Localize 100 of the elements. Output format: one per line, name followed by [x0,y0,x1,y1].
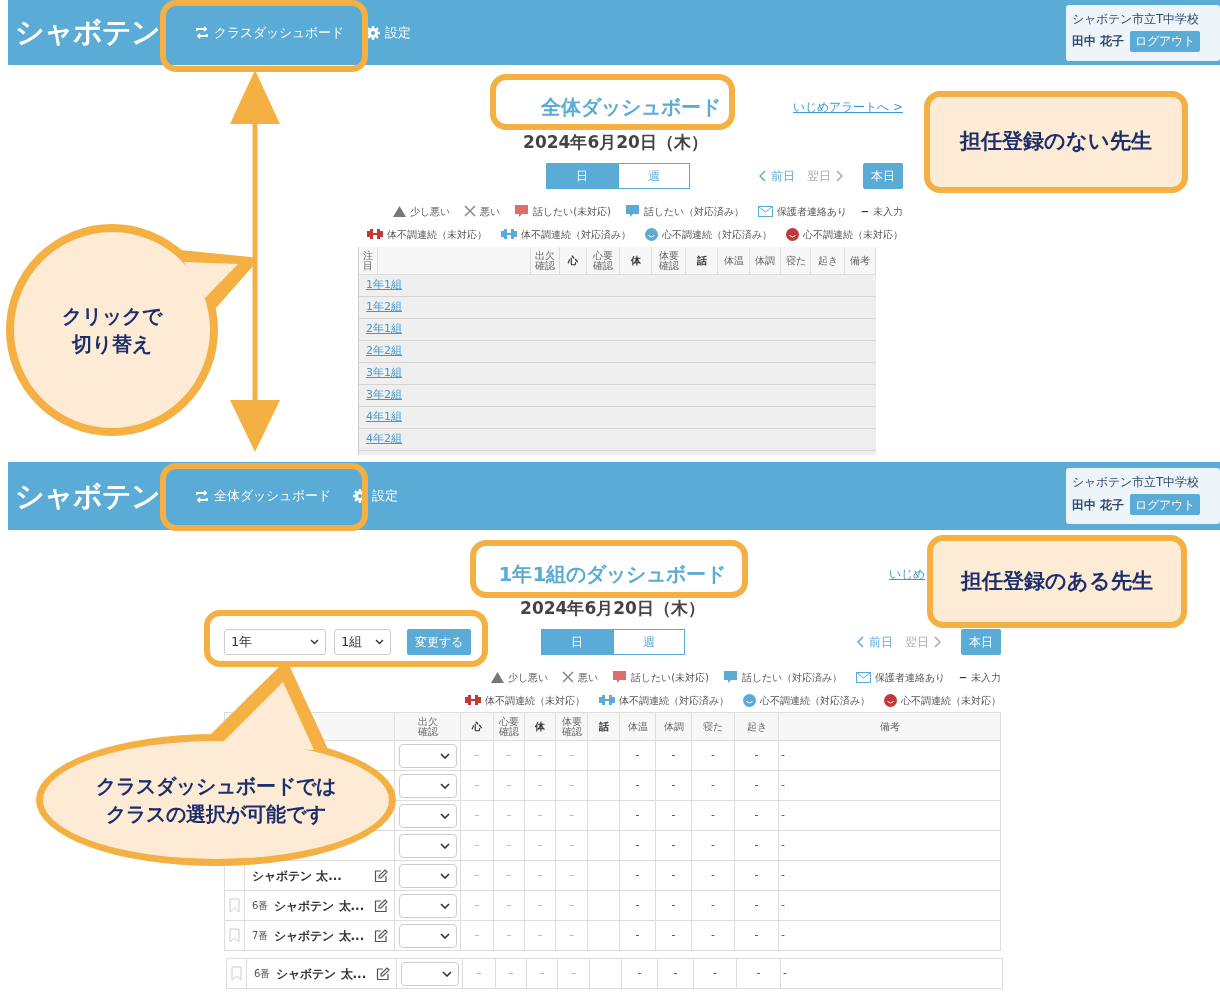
column-header: 体温 [723,255,744,266]
edit-icon[interactable] [376,966,390,981]
legend-label: 心不調連続（未対応） [901,693,1001,708]
table-cell: – [556,831,588,861]
table-cell: - [620,831,656,861]
table-cell: – [494,831,525,861]
nav-link[interactable]: 全体ダッシュボード [195,486,331,506]
student-name[interactable]: シャボテン 太... [274,926,365,945]
column-header: 心要確認 [592,250,614,271]
prev-day-link[interactable]: 前日 [759,166,795,185]
column-header: 起き [746,721,767,732]
table-cell: - [656,831,692,861]
table-cell: - [620,891,656,921]
table-cell: - [779,891,1001,921]
table-cell [588,801,620,831]
chevron-down-icon [375,639,384,645]
nav-link[interactable]: クラスダッシュボード [195,22,344,43]
table-cell [588,891,620,921]
dropdown[interactable]: 1年 [224,629,326,655]
triangle-icon [393,205,407,217]
table-cell: - [620,741,656,771]
table-cell: - [656,861,692,891]
dropdown[interactable]: 1組 [334,629,391,655]
alert-link[interactable]: いじめアラートへ > [793,98,903,116]
column-header: 備考 [849,255,871,266]
table-cell: – [556,771,588,801]
table-cell: – [494,741,525,771]
cross-icon [562,671,575,683]
period-tab[interactable]: 週 [617,162,690,189]
table-cell: – [461,921,494,951]
class-link[interactable]: 2年2組 [366,343,402,360]
legend-label: 体不調連続（対応済み） [619,693,729,708]
class-link[interactable]: 2年1組 [366,321,402,338]
logout-button[interactable]: ログアウト [1130,30,1201,52]
class-link[interactable]: 1年1組 [366,277,402,294]
class-link[interactable]: 4年1組 [366,409,402,426]
note-label: 担任登録のない先生 [924,91,1188,193]
nav-link[interactable]: 設定 [366,22,411,43]
edit-icon[interactable] [374,868,388,883]
prev-day-link[interactable]: 前日 [857,633,893,651]
column-header: 話 [597,721,610,732]
period-tab[interactable]: 週 [612,629,685,655]
student-name[interactable]: シャボテン 太... [274,896,365,915]
table-cell: – [494,801,525,831]
edit-icon[interactable] [374,898,388,913]
period-tab[interactable]: 日 [540,629,613,655]
legend-label: 悪い [578,670,599,685]
envelope-icon [856,671,871,683]
legend-label: 悪い [480,204,501,219]
apply-button[interactable]: 変更する [407,629,471,655]
class-link[interactable]: 1年2組 [366,299,402,316]
logout-button[interactable]: ログアウト [1130,494,1201,515]
table-cell: - [692,921,735,951]
triangle-icon [491,671,505,683]
date-label: 2024年6月20日（木） [523,131,708,154]
swap-icon [195,489,209,503]
edit-icon[interactable] [374,928,388,943]
table-cell: - [620,771,656,801]
today-button[interactable]: 本日 [961,629,1001,655]
chevron-right-icon [836,169,843,182]
table-cell [588,831,620,861]
table-cell: - [656,741,692,771]
swap-icon [195,26,209,39]
student-name[interactable]: シャボテン 太... [252,866,342,885]
student-number: 7番 [252,929,269,943]
class-link[interactable]: 3年1組 [366,365,402,382]
table-cell: – [494,891,525,921]
table-cell: – [556,861,588,891]
table-cell: – [525,801,556,831]
table-cell: – [463,959,496,989]
today-button[interactable]: 本日 [863,162,903,189]
envelope-icon [758,205,773,217]
app-logo: シャボテン [15,481,161,511]
table-cell: - [692,741,735,771]
bookmark-icon[interactable] [229,898,240,913]
school-name: シャボテン市立T中学校 [1072,474,1201,491]
table-cell: - [656,891,692,921]
user-name: 田中 花子 [1072,33,1125,50]
bookmark-icon[interactable] [229,928,240,943]
dash-symbol: – [861,200,869,222]
legend-label: 未入力 [971,670,1001,685]
class-link[interactable]: 3年2組 [366,387,402,404]
class-link[interactable]: 4年2組 [366,431,402,448]
legend-label: 保護者連絡あり [777,204,847,219]
table-cell: - [656,771,692,801]
legend-label: 体不調連続（未対応） [387,227,487,242]
legend-label: 話したい（対応済み） [742,670,842,685]
note-label: 担任登録のある先生 [927,535,1187,628]
bookmark-icon[interactable] [231,966,242,981]
alert-link[interactable]: いじめ [889,565,925,583]
legend-label: 話したい（対応済み） [644,204,744,219]
legend-label: 少し悪い [508,670,549,685]
student-name[interactable]: シャボテン 太... [276,964,367,983]
period-tab[interactable]: 日 [545,162,618,189]
column-header: 注目 [362,250,374,271]
nav-link[interactable]: 設定 [353,486,398,506]
table-cell: – [494,771,525,801]
chevron-down-icon [439,872,450,879]
table-cell: - [735,831,779,861]
table-cell: – [461,741,494,771]
